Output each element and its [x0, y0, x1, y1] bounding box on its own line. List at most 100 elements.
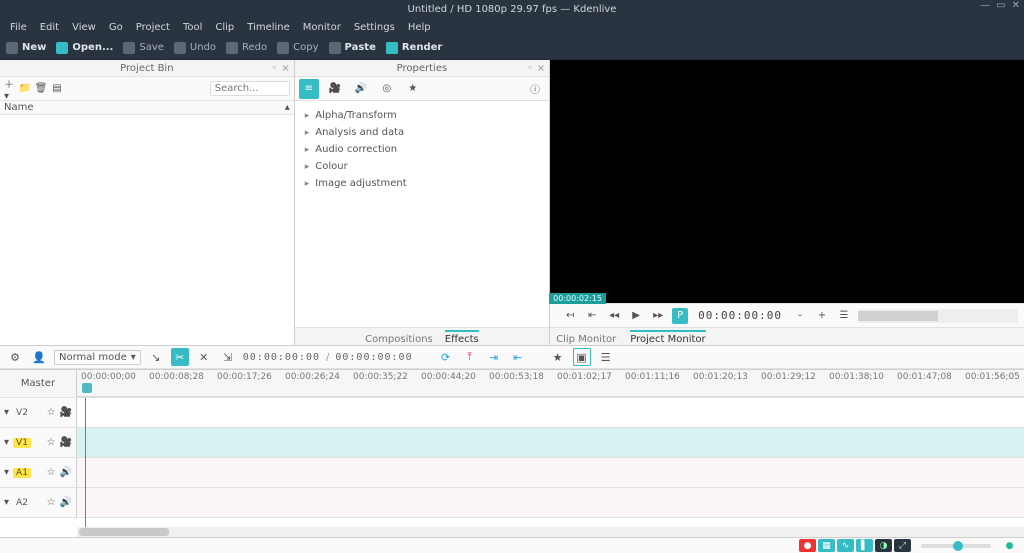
goto-start-icon[interactable]: ↤	[562, 308, 578, 324]
close-panel-icon[interactable]: ×	[537, 63, 545, 74]
track-v2[interactable]: ▾V2☆🎥	[0, 398, 1024, 428]
search-input[interactable]	[210, 81, 290, 96]
zoom-slider[interactable]	[921, 544, 991, 548]
menu-help[interactable]: Help	[402, 20, 437, 35]
effect-category[interactable]: Colour	[295, 158, 549, 175]
copy-button[interactable]: Copy	[277, 42, 318, 54]
status-marker-icon[interactable]: ▌	[856, 539, 873, 552]
speaker-icon[interactable]: 🔊	[60, 497, 72, 508]
favorite-icon[interactable]: ★	[549, 348, 567, 366]
open-button[interactable]: Open...	[56, 42, 113, 54]
cam-icon[interactable]: 🎥	[60, 407, 72, 418]
float-icon[interactable]: ◦	[271, 63, 277, 74]
menu-settings[interactable]: Settings	[348, 20, 401, 35]
prev-frame-icon[interactable]: ⇤	[584, 308, 600, 324]
effects-main-tab[interactable]: ≡	[299, 79, 319, 99]
monitor-video[interactable]: 00:00:02:15	[550, 60, 1024, 303]
track-a1[interactable]: ▾A1☆🔊	[0, 458, 1024, 488]
status-snap-icon[interactable]: ◑	[875, 539, 892, 552]
edit-mode-select[interactable]: Normal mode▾	[54, 350, 141, 365]
menu-go[interactable]: Go	[103, 20, 129, 35]
bin-list-body[interactable]	[0, 115, 294, 345]
menu-view[interactable]: View	[66, 20, 102, 35]
effect-category[interactable]: Analysis and data	[295, 124, 549, 141]
menu-monitor[interactable]: Monitor	[297, 20, 347, 35]
undo-button[interactable]: Undo	[174, 42, 216, 54]
delete-icon[interactable]: 🗑	[36, 84, 46, 94]
effects-info-icon[interactable]: ⓘ	[525, 79, 545, 99]
play-icon[interactable]: ▶	[628, 308, 644, 324]
status-fit-icon[interactable]: ⤢	[894, 539, 911, 552]
track-v1[interactable]: ▾V1☆🎥	[0, 428, 1024, 458]
bin-list-header[interactable]: Name▴	[0, 101, 294, 115]
paste-button[interactable]: Paste	[329, 42, 376, 54]
mix-icon[interactable]: ⟳	[437, 348, 455, 366]
effect-category[interactable]: Audio correction	[295, 141, 549, 158]
timeline-ruler[interactable]: 00:00:00;00 00:00:08;28 00:00:17;26 00:0…	[77, 370, 1024, 397]
status-rec-icon[interactable]: ●	[799, 539, 816, 552]
effects-fav-tab[interactable]: ★	[403, 79, 423, 99]
spacer-tool[interactable]: ✕	[195, 348, 213, 366]
close-panel-icon[interactable]: ×	[281, 63, 289, 74]
mute-icon[interactable]: ☆	[47, 437, 56, 448]
monitor-menu-icon[interactable]: ☰	[836, 308, 852, 324]
effects-video-tab[interactable]: 🎥	[325, 79, 345, 99]
new-button[interactable]: New	[6, 42, 46, 54]
float-icon[interactable]: ◦	[527, 63, 533, 74]
forward-icon[interactable]: ▸▸	[650, 308, 666, 324]
add-clip-icon[interactable]: ＋▾	[4, 84, 14, 94]
track-menu-icon[interactable]: 👤	[30, 348, 48, 366]
tab-project-monitor[interactable]: Project Monitor	[630, 330, 705, 345]
menu-tool[interactable]: Tool	[177, 20, 208, 35]
save-button[interactable]: Save	[123, 42, 164, 54]
proxy-toggle[interactable]: P	[672, 308, 688, 324]
track-a2[interactable]: ▾A2☆🔊	[0, 488, 1024, 518]
menu-timeline[interactable]: Timeline	[241, 20, 296, 35]
render-button[interactable]: Render	[386, 42, 442, 54]
tab-effects[interactable]: Effects	[445, 330, 479, 345]
effects-audio-tab[interactable]: 🔊	[351, 79, 371, 99]
add-folder-icon[interactable]: 📁	[20, 84, 30, 94]
status-wave-icon[interactable]: ∿	[837, 539, 854, 552]
tab-compositions[interactable]: Compositions	[365, 334, 433, 345]
zone-in-icon[interactable]: ⇥	[485, 348, 503, 366]
menu-file[interactable]: File	[4, 20, 33, 35]
master-button[interactable]: Master	[21, 378, 55, 389]
split-av-icon[interactable]: ⤒	[461, 348, 479, 366]
menu-clip[interactable]: Clip	[209, 20, 240, 35]
tc-dec-icon[interactable]: –	[792, 308, 808, 324]
preview-menu-icon[interactable]: ☰	[597, 348, 615, 366]
maximize-icon[interactable]: ▭	[996, 0, 1005, 11]
playhead-line[interactable]	[85, 398, 86, 527]
menu-edit[interactable]: Edit	[34, 20, 65, 35]
timecode-now[interactable]: 00:00:00:00	[243, 352, 320, 363]
menu-project[interactable]: Project	[130, 20, 176, 35]
tag-icon[interactable]: ▤	[52, 84, 62, 94]
select-tool[interactable]: ↘	[147, 348, 165, 366]
effect-category[interactable]: Image adjustment	[295, 175, 549, 192]
close-icon[interactable]: ✕	[1012, 0, 1020, 11]
minimize-icon[interactable]: —	[980, 0, 990, 11]
mute-icon[interactable]: ☆	[47, 407, 56, 418]
effect-category[interactable]: Alpha/Transform	[295, 107, 549, 124]
tab-clip-monitor[interactable]: Clip Monitor	[556, 334, 616, 345]
mute-icon[interactable]: ☆	[47, 467, 56, 478]
scrollbar-thumb[interactable]	[79, 528, 169, 536]
redo-button[interactable]: Redo	[226, 42, 267, 54]
status-thumb-icon[interactable]: ▦	[818, 539, 835, 552]
playhead-handle[interactable]	[82, 383, 92, 393]
settings-icon[interactable]: ⚙	[6, 348, 24, 366]
speaker-icon[interactable]: 🔊	[60, 467, 72, 478]
zone-out-icon[interactable]: ⇤	[509, 348, 527, 366]
mute-icon[interactable]: ☆	[47, 497, 56, 508]
tc-inc-icon[interactable]: +	[814, 308, 830, 324]
timeline-scrollbar[interactable]	[77, 527, 1024, 537]
fit-zoom-icon[interactable]: ⇲	[219, 348, 237, 366]
cam-icon[interactable]: 🎥	[60, 437, 72, 448]
rewind-icon[interactable]: ◂◂	[606, 308, 622, 324]
razor-tool[interactable]: ✂	[171, 348, 189, 366]
effects-custom-tab[interactable]: ◎	[377, 79, 397, 99]
monitor-timecode[interactable]: 00:00:00:00	[698, 309, 782, 322]
preview-render-icon[interactable]: ▣	[573, 348, 591, 366]
status-dot-icon[interactable]: ●	[1001, 539, 1018, 552]
